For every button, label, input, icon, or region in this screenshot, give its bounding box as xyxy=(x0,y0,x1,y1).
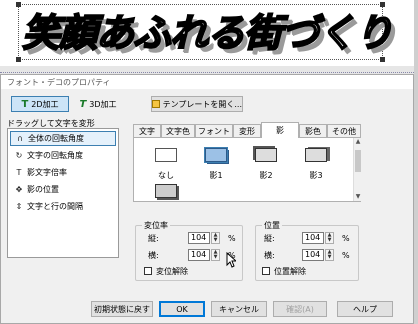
shadow-option-4[interactable] xyxy=(146,178,186,200)
shadow-3-icon xyxy=(305,148,327,162)
font-deco-properties-dialog: フォント・デコのプロパティ T 2D加工 T 3D加工 テンプレートを開く...… xyxy=(0,74,414,324)
mouse-cursor-icon xyxy=(226,252,236,268)
scale-horizontal-input[interactable]: 104 xyxy=(188,249,210,261)
list-item-rotate-char[interactable]: ↻ 文字の回転角度 xyxy=(10,148,116,163)
position-horizontal-unit: % xyxy=(342,251,350,260)
shadow-option-label: 影1 xyxy=(209,171,223,180)
text-3d-icon: T xyxy=(79,98,87,110)
shadow-option-2[interactable]: 影2 xyxy=(246,142,286,184)
list-item-rotate-all[interactable]: ∩ 全体の回転角度 xyxy=(10,131,116,146)
mode-3d-label: 3D加工 xyxy=(89,99,117,109)
list-item-shadow-position[interactable]: ✥ 影の位置 xyxy=(10,182,116,197)
cancel-button[interactable]: キャンセル xyxy=(211,301,267,317)
ok-button[interactable]: OK xyxy=(159,301,205,317)
scale-vertical-label: 縦: xyxy=(148,234,159,243)
position-vertical-label: 縦: xyxy=(264,234,275,243)
list-item-label: 全体の回転角度 xyxy=(28,134,84,143)
mode-2d-button[interactable]: T 2D加工 xyxy=(11,96,69,112)
help-button[interactable]: ヘルプ xyxy=(337,301,393,317)
position-horizontal-spinner[interactable]: ▲ ▼ xyxy=(325,249,334,261)
tab-shadow-color[interactable]: 影色 xyxy=(299,124,327,138)
position-horizontal-input[interactable]: 104 xyxy=(302,249,324,261)
scale-horizontal-spinner[interactable]: ▲ ▼ xyxy=(211,249,220,261)
position-vertical-spinner[interactable]: ▲ ▼ xyxy=(325,232,334,244)
template-icon xyxy=(152,100,160,108)
confirm-button[interactable]: 確認(A) xyxy=(273,301,327,317)
text-2d-icon: T xyxy=(21,98,29,110)
guide-line xyxy=(0,72,418,73)
mode-3d-button[interactable]: T 3D加工 xyxy=(73,96,123,112)
tab-text-color[interactable]: 文字色 xyxy=(161,124,195,138)
shadow-options-scrollbar[interactable]: ▲ ▼ xyxy=(353,138,361,201)
mode-2d-label: 2D加工 xyxy=(31,99,59,109)
open-template-button[interactable]: テンプレートを開く... xyxy=(151,96,243,112)
shadow-4-icon xyxy=(155,184,177,198)
scale-vertical-unit: % xyxy=(228,234,236,243)
position-unlink-label: 位置解除 xyxy=(274,267,306,276)
banner-title-text: 笑顔あふれる街づくり xyxy=(21,10,394,56)
open-template-label: テンプレートを開く... xyxy=(162,99,242,109)
scroll-down-icon[interactable]: ▼ xyxy=(354,193,362,201)
rotate-all-icon: ∩ xyxy=(17,134,23,143)
position-vertical-input[interactable]: 104 xyxy=(302,232,324,244)
tab-text[interactable]: 文字 xyxy=(133,124,161,138)
resize-handle[interactable] xyxy=(16,2,21,7)
shadow-option-label: 影3 xyxy=(309,171,323,180)
shadow-option-label: 影2 xyxy=(259,171,273,180)
tab-font[interactable]: フォント xyxy=(195,124,233,138)
resize-handle[interactable] xyxy=(16,57,21,62)
spin-down-icon[interactable]: ▼ xyxy=(326,255,333,260)
dialog-titlebar: フォント・デコのプロパティ xyxy=(1,75,413,89)
list-item-label: 文字と行の間隔 xyxy=(27,202,83,211)
spin-down-icon[interactable]: ▼ xyxy=(212,238,219,243)
spin-down-icon[interactable]: ▼ xyxy=(326,238,333,243)
reset-button[interactable]: 初期状態に戻す xyxy=(91,301,153,317)
spin-down-icon[interactable]: ▼ xyxy=(212,255,219,260)
scale-vertical-spinner[interactable]: ▲ ▼ xyxy=(211,232,220,244)
rotate-char-icon: ↻ xyxy=(15,151,23,160)
list-item-spacing[interactable]: ⇕ 文字と行の間隔 xyxy=(10,199,116,214)
scale-group-title: 変位率 xyxy=(142,220,170,231)
scale-unlink-checkbox[interactable] xyxy=(144,267,152,275)
window-edge xyxy=(414,0,418,324)
shadow-none-icon xyxy=(155,148,177,162)
tab-transform[interactable]: 変形 xyxy=(233,124,261,138)
scroll-up-icon[interactable]: ▲ xyxy=(354,138,362,146)
list-item-label: 影の位置 xyxy=(27,185,59,194)
shadow-option-1[interactable]: 影1 xyxy=(196,142,236,184)
scroll-thumb[interactable] xyxy=(355,150,361,172)
scale-unlink-label: 変位解除 xyxy=(156,267,188,276)
list-item-label: 影文字倍率 xyxy=(27,168,67,177)
position-group: 位置 縦: 104 ▲ ▼ % 横: 104 ▲ ▼ % 位置解除 xyxy=(255,220,359,281)
position-unlink-checkbox[interactable] xyxy=(262,267,270,275)
shadow-options-panel: なし 影1 影2 影3 xyxy=(133,137,361,202)
spacing-icon: ⇕ xyxy=(15,202,23,211)
position-vertical-unit: % xyxy=(342,234,350,243)
shadow-scale-icon: T xyxy=(16,168,22,177)
shadow-position-icon: ✥ xyxy=(15,185,23,194)
list-item-label: 文字の回転角度 xyxy=(27,151,83,160)
position-horizontal-label: 横: xyxy=(264,251,275,260)
tab-shadow[interactable]: 影 xyxy=(261,122,299,138)
position-group-title: 位置 xyxy=(262,220,282,231)
scale-horizontal-label: 横: xyxy=(148,251,159,260)
scale-vertical-input[interactable]: 104 xyxy=(188,232,210,244)
transform-mode-list: ∩ 全体の回転角度 ↻ 文字の回転角度 T 影文字倍率 ✥ 影の位置 ⇕ 文字と… xyxy=(7,128,119,258)
shadow-option-3[interactable]: 影3 xyxy=(296,142,336,184)
tab-other[interactable]: その他 xyxy=(327,124,361,138)
shadow-1-icon xyxy=(204,147,228,163)
shadow-2-icon xyxy=(255,148,277,162)
list-item-shadow-scale[interactable]: T 影文字倍率 xyxy=(10,165,116,180)
